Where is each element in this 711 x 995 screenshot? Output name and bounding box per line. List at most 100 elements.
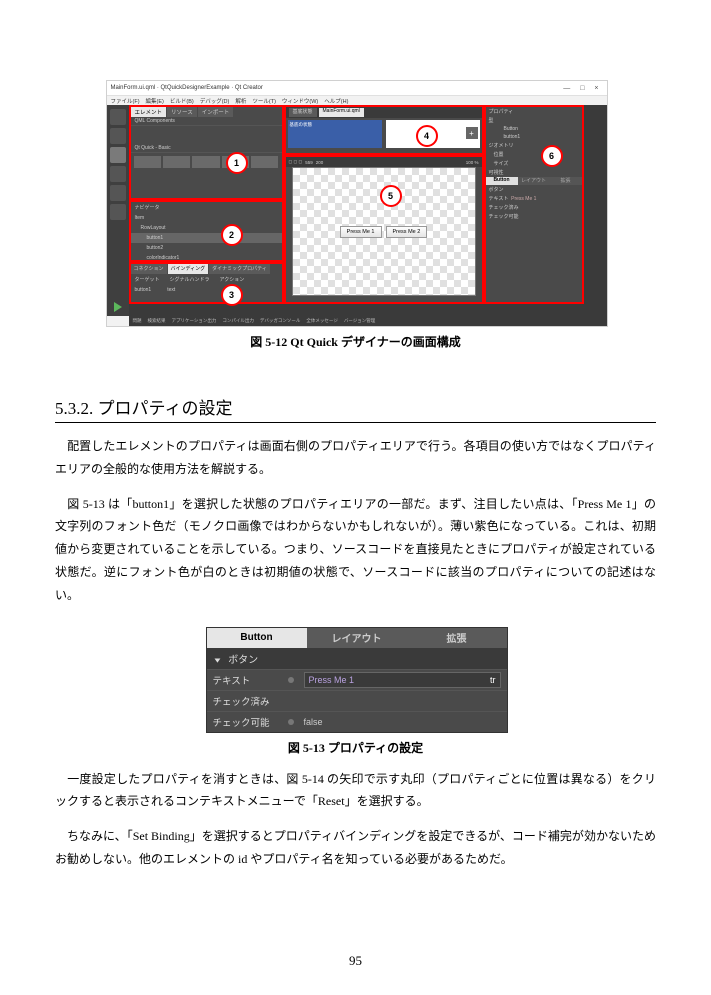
paragraph: ちなみに、「Set Binding」を選択するとプロパティバインディングを設定で… [55, 825, 656, 871]
form-tab[interactable]: 基底状態 [289, 108, 317, 117]
page: MainForm.ui.qml · QtQuickDesignerExample… [0, 0, 711, 995]
window-title: MainForm.ui.qml · QtQuickDesignerExample… [111, 85, 263, 91]
status-item[interactable]: アプリケーション出力 [172, 318, 217, 324]
mode-icon[interactable] [110, 128, 126, 144]
prop-tab[interactable]: 拡張 [550, 177, 582, 185]
mode-icon[interactable] [110, 204, 126, 220]
design-canvas-panel: ◻ ◻ ◻ 559 200 100 % Press Me 1 Press Me … [284, 155, 484, 304]
canvas-toolbar[interactable]: ◻ ◻ ◻ 559 200 100 % [286, 157, 482, 167]
status-item[interactable]: 全体メッセージ [306, 318, 337, 324]
callout-badge: 1 [226, 152, 248, 174]
page-number: 95 [0, 953, 711, 969]
menu-item[interactable]: ファイル(F) [111, 97, 140, 105]
figure-5-12: MainForm.ui.qml · QtQuickDesignerExample… [106, 80, 606, 350]
prop-section: ボタン [486, 185, 582, 194]
status-item[interactable]: 検索結果 [148, 318, 166, 324]
modified-indicator-icon[interactable] [288, 719, 294, 725]
library-item[interactable] [192, 156, 219, 168]
modified-indicator-icon[interactable] [288, 677, 294, 683]
prop-tab[interactable]: Button [486, 177, 518, 185]
prop-value: Button [486, 125, 582, 133]
mode-icon[interactable] [110, 166, 126, 182]
connections-panel: コネクション バインディング ダイナミックプロパティ ターゲット シグナルハンド… [129, 262, 284, 304]
connections-tab[interactable]: ダイナミックプロパティ [209, 264, 270, 274]
status-item[interactable]: デバッガコンソール [260, 318, 301, 324]
figure-caption: 図 5-12 Qt Quick デザイナーの画面構成 [106, 333, 606, 350]
prop-value: button1 [486, 133, 582, 141]
cell[interactable]: button1 [135, 287, 152, 293]
connections-tab[interactable]: コネクション [131, 264, 167, 274]
form-states-panel: 基底状態 MainForm.ui.qml 基底の状態 + 4 [284, 105, 484, 155]
mode-icon[interactable] [110, 109, 126, 125]
property-tab-extension[interactable]: 拡張 [407, 628, 507, 648]
navigator-item[interactable]: RowLayout [131, 223, 282, 233]
library-item[interactable] [251, 156, 278, 168]
menu-item[interactable]: 編集(E) [146, 97, 164, 105]
library-item[interactable] [163, 156, 190, 168]
window-controls[interactable]: — □ × [563, 85, 602, 92]
library-tab[interactable]: インポート [198, 107, 234, 117]
toolbar-val: 100 % [466, 160, 479, 165]
text-input[interactable]: Press Me 1 tr [304, 672, 501, 688]
status-bar[interactable]: 問題 検索結果 アプリケーション出力 コンパイル出力 デバッガコンソール 全体メ… [129, 316, 607, 326]
property-tab-layout[interactable]: レイアウト [307, 628, 407, 648]
navigator-item[interactable]: button2 [131, 243, 282, 253]
section-heading: 5.3.2. プロパティの設定 [55, 394, 656, 423]
canvas-button[interactable]: Press Me 1 [340, 226, 382, 238]
prop-section: ジオメトリ [486, 141, 582, 150]
status-item[interactable]: バージョン管理 [344, 318, 375, 324]
menu-item[interactable]: デバッグ(D) [200, 97, 230, 105]
mode-icon[interactable] [110, 185, 126, 201]
library-tab[interactable]: リソース [167, 107, 197, 117]
library-section: Qt Quick - Basic [131, 144, 282, 153]
status-item[interactable]: 問題 [133, 318, 142, 324]
form-tab[interactable]: MainForm.ui.qml [319, 108, 364, 117]
window-titlebar: MainForm.ui.qml · QtQuickDesignerExample… [107, 81, 607, 96]
navigator-item[interactable]: button1 [131, 233, 282, 243]
cell[interactable]: text [167, 287, 175, 293]
paragraph: 図 5-13 は「button1」を選択した状態のプロパティエリアの一部だ。まず… [55, 493, 656, 607]
col-header: アクション [220, 276, 245, 283]
text-input-value: Press Me 1 [309, 675, 355, 685]
property-row-checked: チェック済み [207, 690, 507, 711]
qt-creator-window: MainForm.ui.qml · QtQuickDesignerExample… [106, 80, 608, 327]
property-value[interactable]: false [304, 717, 323, 727]
paragraph: 配置したエレメントのプロパティは画面右側のプロパティエリアで行う。各項目の使い方… [55, 435, 656, 481]
navigator-panel: ナビゲータ Item RowLayout button1 button2 col… [129, 200, 284, 262]
navigator-item[interactable]: Item [131, 213, 282, 223]
state-thumb[interactable]: 基底の状態 [288, 120, 382, 148]
property-tab-button[interactable]: Button [207, 628, 307, 648]
mode-sidebar[interactable] [107, 105, 129, 316]
callout-badge: 3 [221, 284, 243, 306]
navigator-header: ナビゲータ [131, 202, 282, 213]
property-row-text: テキスト Press Me 1 tr [207, 669, 507, 690]
prop-section: 可視性 [486, 168, 582, 177]
status-item[interactable]: コンパイル出力 [222, 318, 254, 324]
property-tabs[interactable]: Button レイアウト 拡張 [207, 628, 507, 648]
library-section: QML Components [131, 117, 282, 126]
canvas-button[interactable]: Press Me 2 [386, 226, 428, 238]
col-header: ターゲット [135, 276, 160, 283]
callout-badge: 5 [380, 185, 402, 207]
menu-item[interactable]: ヘルプ(H) [324, 97, 348, 105]
add-state-button[interactable]: + [466, 127, 478, 139]
run-icon[interactable] [114, 302, 122, 312]
connections-tab[interactable]: バインディング [168, 264, 209, 274]
col-header: シグナルハンドラ [170, 276, 210, 283]
property-section-header: ▼ ボタン [207, 648, 507, 669]
menu-item[interactable]: ウィンドウ(W) [282, 97, 318, 105]
menu-item[interactable]: 解析 [235, 97, 246, 105]
library-items [131, 153, 282, 171]
menu-item[interactable]: ビルド(B) [170, 97, 194, 105]
mode-icon-design[interactable] [110, 147, 126, 163]
prop-tab[interactable]: レイアウト [518, 177, 550, 185]
prop-tabs[interactable]: Button レイアウト 拡張 [486, 177, 582, 185]
disclosure-triangle-icon[interactable]: ▼ [213, 656, 223, 664]
callout-badge: 6 [541, 145, 563, 167]
properties-header: プロパティ [486, 107, 582, 116]
menu-item[interactable]: ツール(T) [252, 97, 276, 105]
properties-panel: プロパティ 型 Button button1 ジオメトリ 位置 サイズ 可視性 … [484, 105, 584, 304]
translate-button[interactable]: tr [490, 675, 496, 685]
library-item[interactable] [134, 156, 161, 168]
library-tab[interactable]: エレメント [131, 107, 167, 117]
